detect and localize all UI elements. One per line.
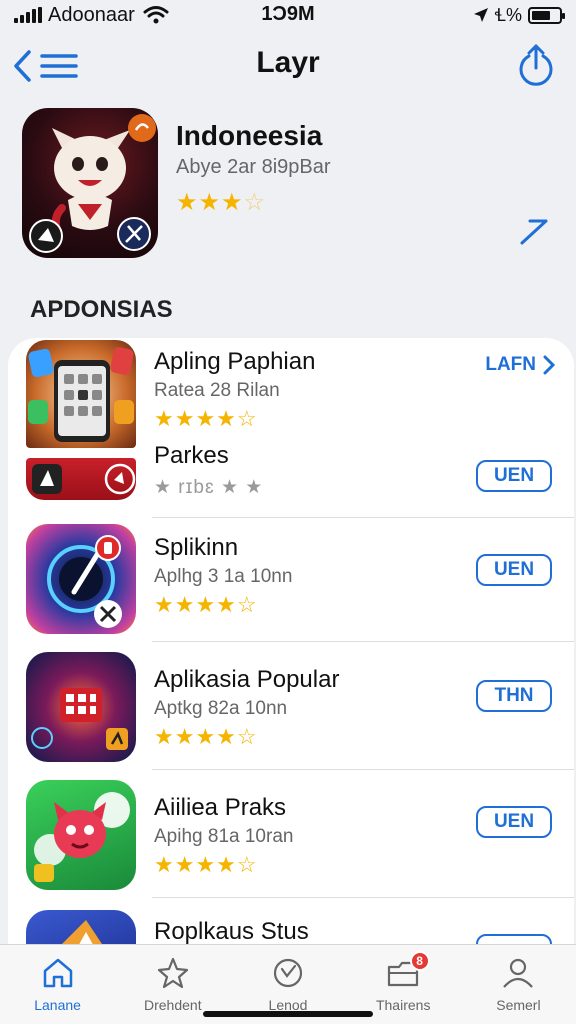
featured-app[interactable]: Indoneesia Abye 2ar 8i9pBar ★★★☆: [22, 108, 562, 263]
location-icon: [474, 8, 489, 22]
tab-label: Thairens: [375, 997, 431, 1013]
get-button[interactable]: UEN: [476, 806, 552, 838]
app-name: Parkes: [154, 442, 229, 469]
app-rating: ★★★★☆: [154, 406, 258, 431]
signal-icon: [14, 7, 42, 23]
diagonal-arrow-icon[interactable]: [516, 213, 552, 249]
wifi-icon: [143, 6, 169, 24]
app-name: Roplkaus Stus: [154, 918, 309, 945]
carrier-name: Adoonaar: [48, 3, 135, 26]
app-list: Apling Paphian Ratea 28 Rilan ★★★★☆ LAFN…: [8, 338, 574, 958]
app-rating: ★★★★☆: [154, 852, 258, 877]
app-rating: ★★★★☆: [154, 724, 258, 749]
tab-label: Lanane: [34, 997, 81, 1013]
person-icon: [503, 958, 534, 988]
get-button[interactable]: UEN: [476, 554, 552, 586]
featured-app-rating: ★★★☆: [176, 189, 267, 216]
app-name: Aiiliea Praks: [154, 794, 287, 821]
nav-bar: Layr: [0, 36, 576, 96]
featured-app-subtitle: Abye 2ar 8i9pBar: [176, 156, 331, 178]
app-icon: [26, 524, 136, 634]
app-rating: ★ rɪbɛ ★ ★: [154, 477, 264, 498]
app-action-link[interactable]: LAFN: [485, 354, 556, 376]
status-bar: Adoonaar 1Ɔ9M Ɬ%: [0, 0, 576, 30]
app-name: Splikinn: [154, 534, 239, 561]
list-item[interactable]: Parkes ★ rɪbɛ ★ ★ UEN: [8, 432, 574, 518]
section-title: APDONSIAS: [30, 296, 173, 323]
list-item[interactable]: Splikinn Aplhg 3 1a 10nn ★★★★☆ UEN: [8, 518, 574, 642]
home-icon: [43, 958, 72, 988]
tab-account[interactable]: Semerl: [461, 945, 576, 1024]
app-subtitle: Aplhg 3 1a 10nn: [154, 566, 293, 587]
get-button[interactable]: THN: [476, 680, 552, 712]
notification-badge: 8: [409, 951, 430, 971]
featured-app-icon: [22, 108, 158, 258]
chevron-right-icon: [543, 355, 556, 375]
status-indicator-text: Ɬ%: [495, 5, 522, 25]
app-subtitle: Aptkg 82a 10nn: [154, 698, 288, 719]
get-button[interactable]: UEN: [476, 460, 552, 492]
list-item[interactable]: Aplikasia Popular Aptkg 82a 10nn ★★★★☆ T…: [8, 642, 574, 770]
app-icon: [26, 652, 136, 762]
star-icon: [157, 957, 188, 989]
search-icon: [273, 958, 303, 988]
app-subtitle: Apihg 81a 10ran: [154, 826, 294, 847]
app-subtitle: Ratea 28 Rilan: [154, 380, 280, 401]
featured-app-name: Indoneesia: [176, 120, 323, 151]
battery-icon: [528, 6, 565, 24]
app-name: Aplikasia Popular: [154, 666, 340, 693]
app-rating: ★★★★☆: [154, 592, 258, 617]
tab-label: Drehdent: [144, 997, 202, 1013]
app-icon: [26, 458, 136, 500]
share-icon: [519, 44, 553, 86]
tab-label: Semerl: [496, 997, 541, 1013]
tab-home[interactable]: Lanane: [0, 945, 115, 1024]
app-icon: [26, 780, 136, 890]
app-name: Apling Paphian: [154, 348, 316, 375]
share-button[interactable]: [516, 42, 556, 86]
home-indicator: [203, 1011, 373, 1017]
app-action-label: LAFN: [485, 354, 536, 375]
page-title: Layr: [256, 46, 320, 79]
list-item[interactable]: Aiiliea Praks Apihg 81a 10ran ★★★★☆ UEN: [8, 770, 574, 898]
